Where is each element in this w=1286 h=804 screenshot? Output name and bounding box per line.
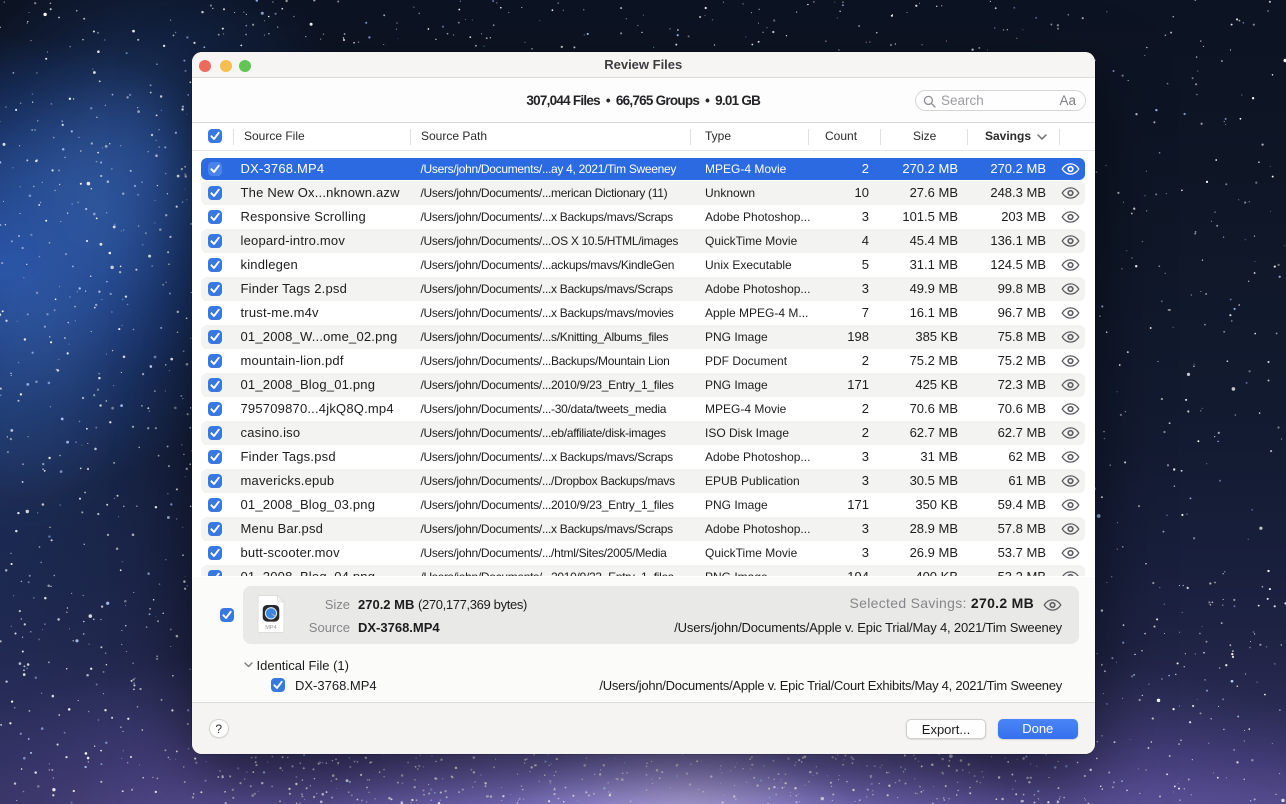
svg-text:MP4: MP4	[265, 625, 277, 631]
